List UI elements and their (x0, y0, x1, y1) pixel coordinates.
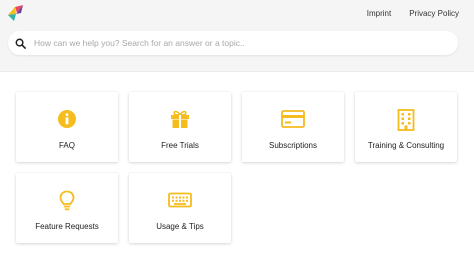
search-bar[interactable] (8, 31, 458, 55)
building-icon (397, 109, 415, 131)
search-input[interactable] (34, 38, 434, 48)
usage-tips-card[interactable]: Usage & Tips (129, 173, 231, 243)
search-icon (14, 37, 26, 49)
feature-requests-card[interactable]: Feature Requests (16, 173, 118, 243)
top-nav: Imprint Privacy Policy (367, 9, 459, 18)
training-consulting-label: Training & Consulting (367, 141, 445, 150)
credit-card-icon (281, 110, 305, 128)
header: Imprint Privacy Policy (0, 0, 474, 72)
info-icon (58, 110, 76, 128)
subscriptions-label: Subscriptions (268, 141, 318, 150)
keyboard-icon (168, 192, 192, 208)
privacy-policy-link[interactable]: Privacy Policy (409, 9, 459, 18)
feature-requests-label: Feature Requests (35, 222, 99, 231)
lightbulb-icon (59, 190, 75, 211)
training-consulting-card[interactable]: Training & Consulting (355, 92, 457, 162)
subscriptions-card[interactable]: Subscriptions (242, 92, 344, 162)
usage-tips-label: Usage & Tips (156, 222, 204, 231)
faq-label: FAQ (58, 141, 75, 150)
faq-card[interactable]: FAQ (16, 92, 118, 162)
gift-icon (171, 110, 189, 128)
free-trials-label: Free Trials (161, 141, 199, 150)
imprint-link[interactable]: Imprint (367, 9, 391, 18)
logo-icon[interactable] (6, 4, 26, 22)
free-trials-card[interactable]: Free Trials (129, 92, 231, 162)
